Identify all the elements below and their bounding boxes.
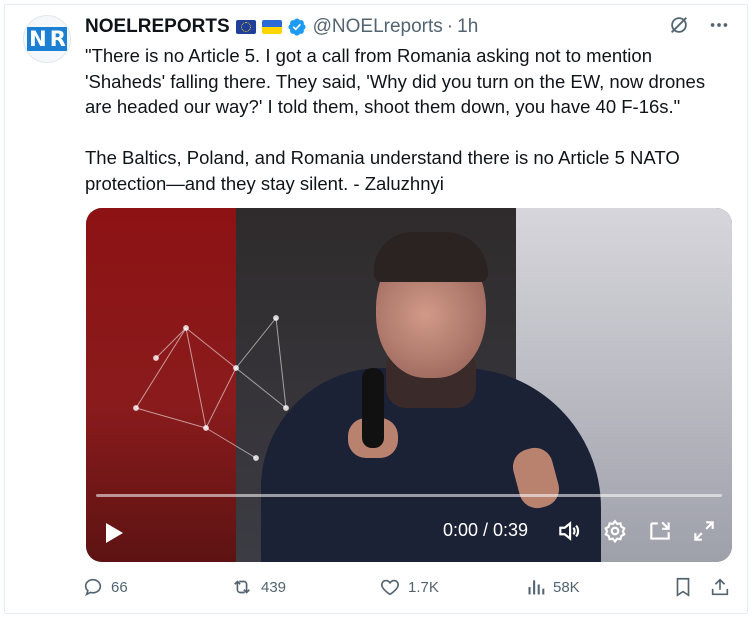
avatar[interactable]: NR [23,15,71,63]
top-right-actions [668,14,730,41]
ukraine-flag-icon [261,20,282,34]
tweet-text: "There is no Article 5. I got a call fro… [85,45,706,194]
picture-in-picture-icon[interactable] [647,518,673,549]
microphone [362,368,384,448]
verified-badge-icon[interactable] [287,17,307,37]
video-controls: 0:00 / 0:39 [86,502,732,562]
repost-icon [234,580,250,594]
like-icon [381,579,399,596]
share-button[interactable] [709,576,731,598]
views-button[interactable]: 58K [526,576,580,598]
view-count: 58K [553,578,580,596]
tweet-header: NOELREPORTS @NOELreports · 1h [85,14,478,40]
volume-icon[interactable] [556,518,582,549]
repost-count: 439 [261,578,287,596]
bookmark-icon [676,577,690,597]
reply-icon [84,578,102,596]
fullscreen-icon[interactable] [691,518,717,549]
repost-button[interactable]: 439 [230,576,286,598]
eu-flag-icon [235,20,256,34]
avatar-logo: NR [27,27,67,51]
separator-dot: · [446,16,454,37]
reply-button[interactable]: 66 [82,576,128,598]
bookmark-button[interactable] [672,576,694,598]
grok-icon[interactable] [668,14,690,41]
share-icon [711,578,729,596]
timestamp[interactable]: 1h [457,16,478,38]
display-name[interactable]: NOELREPORTS [85,16,230,38]
settings-icon[interactable] [602,518,628,549]
play-icon[interactable] [104,522,124,549]
video-player[interactable]: 0:00 / 0:39 [86,208,732,562]
tweet-actions: 66 439 1.7K 58K [82,576,742,606]
reply-count: 66 [111,578,128,596]
like-button[interactable]: 1.7K [379,576,439,598]
views-icon [528,580,545,595]
more-icon[interactable] [708,14,730,41]
video-progress-bar[interactable] [96,494,722,497]
handle[interactable]: @NOELreports [313,16,443,38]
like-count: 1.7K [408,578,439,596]
video-timecode: 0:00 / 0:39 [443,520,529,540]
